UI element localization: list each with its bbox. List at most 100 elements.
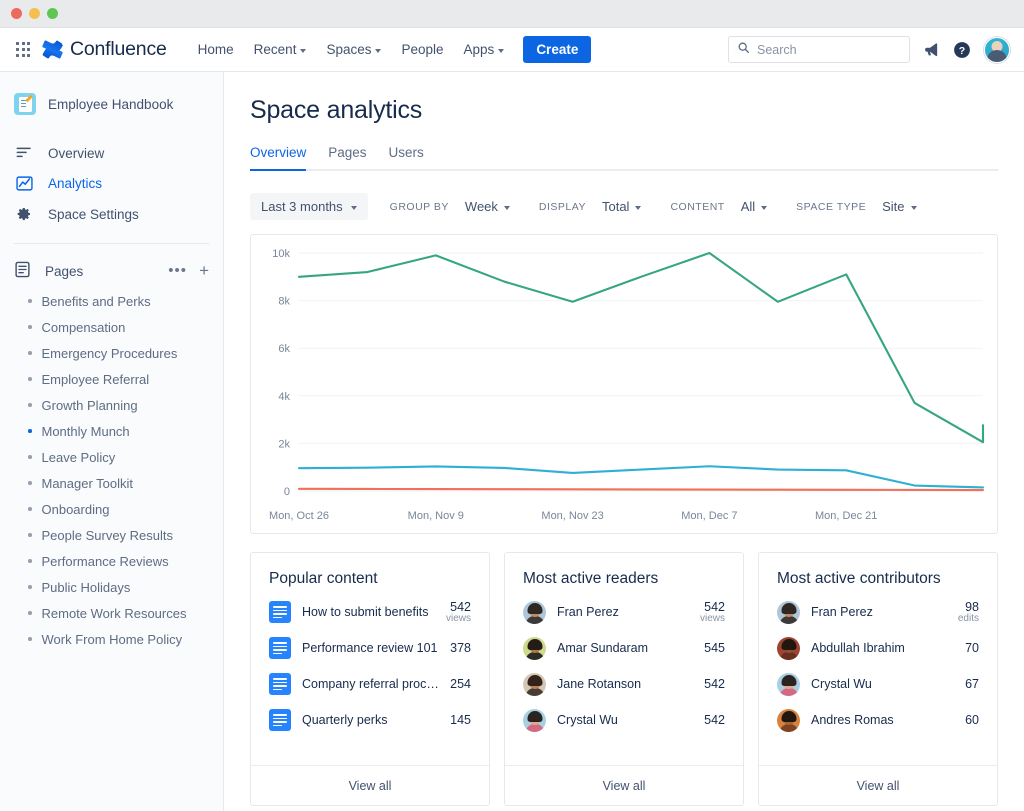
list-item[interactable]: Crystal Wu542: [523, 702, 725, 738]
sidebar-page-item[interactable]: Compensation: [0, 314, 223, 340]
sidebar-page-item[interactable]: Growth Planning: [0, 392, 223, 418]
space-type-value: Site: [882, 199, 904, 214]
list-item[interactable]: Crystal Wu67: [777, 666, 979, 702]
sidebar-page-item[interactable]: Monthly Munch: [0, 418, 223, 444]
bullet-icon: [28, 325, 32, 329]
svg-text:Mon, Oct 26: Mon, Oct 26: [269, 510, 329, 522]
sidebar-page-item[interactable]: Employee Referral: [0, 366, 223, 392]
view-all-button[interactable]: View all: [505, 765, 743, 805]
list-item-label: Fran Perez: [811, 605, 947, 619]
bullet-icon: [28, 299, 32, 303]
sidebar-pages-list: Benefits and Perks Compensation Emergency …: [0, 288, 223, 652]
sidebar-page-item[interactable]: People Survey Results: [0, 522, 223, 548]
list-item[interactable]: Abdullah Ibrahim70: [777, 630, 979, 666]
svg-text:Mon, Dec 21: Mon, Dec 21: [815, 510, 877, 522]
tab-pages[interactable]: Pages: [328, 145, 366, 169]
summary-card-list: Fran Perez98editsAbdullah Ibrahim70Cryst…: [759, 594, 997, 765]
list-item-metric: 254: [450, 677, 471, 691]
metric-value: 542: [450, 600, 471, 614]
nav-item-apps-label: Apps: [464, 42, 495, 57]
sidebar-page-item[interactable]: Emergency Procedures: [0, 340, 223, 366]
tab-overview[interactable]: Overview: [250, 145, 306, 169]
megaphone-icon[interactable]: [923, 41, 940, 58]
search-box[interactable]: [728, 36, 910, 63]
sidebar-page-item[interactable]: Benefits and Perks: [0, 288, 223, 314]
view-all-button[interactable]: View all: [759, 765, 997, 805]
maximize-window-button[interactable]: [47, 8, 58, 19]
help-circle-icon[interactable]: ?: [953, 41, 971, 59]
nav-item-apps[interactable]: Apps: [455, 36, 514, 63]
nav-item-recent-label: Recent: [254, 42, 297, 57]
list-item[interactable]: Amar Sundaram545: [523, 630, 725, 666]
nav-item-home[interactable]: Home: [189, 36, 243, 63]
content-dropdown[interactable]: All: [734, 194, 774, 219]
analytics-line-chart[interactable]: 02k4k6k8k10kMon, Oct 26Mon, Nov 9Mon, No…: [251, 235, 998, 533]
bullet-icon: [28, 533, 32, 537]
plus-icon[interactable]: +: [199, 265, 209, 277]
page-document-icon: [269, 637, 291, 659]
sidebar-page-item-label: Monthly Munch: [42, 424, 130, 439]
list-item[interactable]: Andres Romas60: [777, 702, 979, 738]
display-dropdown[interactable]: Total: [595, 194, 648, 219]
avatar-hair: [527, 603, 542, 614]
bullet-icon: [28, 455, 32, 459]
sidebar-page-item-label: Compensation: [42, 320, 126, 335]
tab-users-label: Users: [389, 145, 424, 160]
sidebar-item-overview-label: Overview: [48, 146, 104, 161]
tab-users[interactable]: Users: [389, 145, 424, 169]
sidebar-item-overview[interactable]: Overview: [0, 138, 223, 168]
list-item-label: Fran Perez: [557, 605, 689, 619]
summary-cards-row: Popular contentHow to submit benefits542…: [250, 552, 998, 806]
svg-text:?: ?: [959, 44, 965, 56]
sidebar-page-item[interactable]: Manager Toolkit: [0, 470, 223, 496]
sidebar-item-analytics[interactable]: Analytics: [0, 168, 223, 199]
space-type-dropdown[interactable]: Site: [875, 194, 923, 219]
avatar-hair: [781, 603, 796, 614]
list-item-label: Crystal Wu: [811, 677, 954, 691]
sidebar-page-item[interactable]: Public Holidays: [0, 574, 223, 600]
search-input[interactable]: [757, 43, 901, 57]
nav-item-people[interactable]: People: [392, 36, 452, 63]
date-range-dropdown[interactable]: Last 3 months: [250, 193, 368, 220]
list-item[interactable]: How to submit benefits542views: [269, 594, 471, 630]
sidebar-item-space-settings[interactable]: Space Settings: [0, 199, 223, 229]
nav-item-home-label: Home: [198, 42, 234, 57]
list-item[interactable]: Fran Perez542views: [523, 594, 725, 630]
nav-item-recent[interactable]: Recent: [245, 36, 316, 63]
analytics-line-chart-card: 02k4k6k8k10kMon, Oct 26Mon, Nov 9Mon, No…: [250, 234, 998, 534]
sidebar-page-item[interactable]: Leave Policy: [0, 444, 223, 470]
nav-item-spaces-label: Spaces: [326, 42, 371, 57]
view-all-button[interactable]: View all: [251, 765, 489, 805]
minimize-window-button[interactable]: [29, 8, 40, 19]
notebook-pencil-icon: [14, 93, 36, 115]
list-item[interactable]: Fran Perez98edits: [777, 594, 979, 630]
create-button[interactable]: Create: [523, 36, 591, 63]
page-document-icon: [269, 673, 291, 695]
space-header[interactable]: Employee Handbook: [0, 88, 223, 120]
svg-text:Mon, Nov 9: Mon, Nov 9: [408, 510, 464, 522]
summary-card-title: Most active readers: [505, 553, 743, 594]
app-switcher-grid-icon[interactable]: [10, 37, 36, 63]
sidebar-pages-header[interactable]: Pages ••• +: [0, 254, 223, 288]
content-value: All: [741, 199, 755, 214]
sidebar-page-item[interactable]: Performance Reviews: [0, 548, 223, 574]
list-item[interactable]: Performance review 101378: [269, 630, 471, 666]
sidebar-page-item[interactable]: Remote Work Resources: [0, 600, 223, 626]
avatar: [777, 601, 800, 624]
metric-unit: views: [446, 613, 471, 624]
list-item[interactable]: Jane Rotanson542: [523, 666, 725, 702]
analytics-filter-bar: Last 3 months GROUP BY Week DISPLAY Tota…: [250, 193, 998, 220]
close-window-button[interactable]: [11, 8, 22, 19]
list-item[interactable]: Quarterly perks145: [269, 702, 471, 738]
nav-item-spaces[interactable]: Spaces: [317, 36, 390, 63]
user-avatar[interactable]: [984, 37, 1010, 63]
primary-nav-items: Home Recent Spaces People Apps: [189, 36, 514, 63]
sidebar-page-item[interactable]: Work From Home Policy: [0, 626, 223, 652]
group-by-dropdown[interactable]: Week: [458, 194, 517, 219]
sidebar-page-item[interactable]: Onboarding: [0, 496, 223, 522]
list-item[interactable]: Company referral process254: [269, 666, 471, 702]
more-dots-icon[interactable]: •••: [168, 267, 187, 275]
confluence-logo-link[interactable]: Confluence: [42, 38, 167, 61]
bullet-icon: [28, 429, 32, 433]
avatar-hair: [527, 711, 542, 722]
